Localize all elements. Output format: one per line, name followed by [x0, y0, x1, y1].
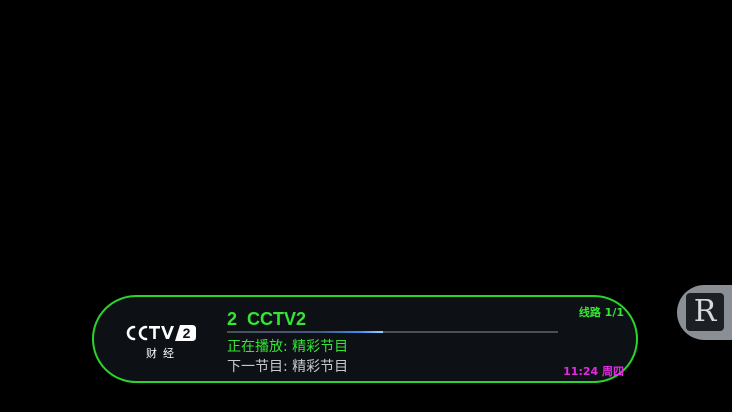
- channel-info-bar: 2 财经 2 CCTV2 正在播放: 精彩节目 下一节目: 精彩节目 线路 1/…: [92, 295, 638, 383]
- side-menu-button[interactable]: R: [677, 285, 732, 340]
- clock-text: 11:24 周四: [563, 365, 624, 378]
- cctv2-logo-icon: 2: [126, 325, 196, 341]
- program-progress-fill: [227, 331, 383, 333]
- next-program-text: 下一节目: 精彩节目: [227, 359, 349, 375]
- program-progress-bar: [227, 331, 558, 333]
- channel-logo: 2 财经: [122, 321, 198, 361]
- r-icon: R: [686, 293, 724, 331]
- tv-screen: 2 财经 2 CCTV2 正在播放: 精彩节目 下一节目: 精彩节目 线路 1/…: [0, 0, 732, 412]
- logo-subtitle: 财经: [146, 347, 180, 360]
- channel-title: 2 CCTV2: [227, 309, 307, 329]
- svg-text:2: 2: [183, 325, 191, 341]
- now-playing-text: 正在播放: 精彩节目: [227, 339, 349, 355]
- source-line-indicator: 线路 1/1: [578, 306, 624, 319]
